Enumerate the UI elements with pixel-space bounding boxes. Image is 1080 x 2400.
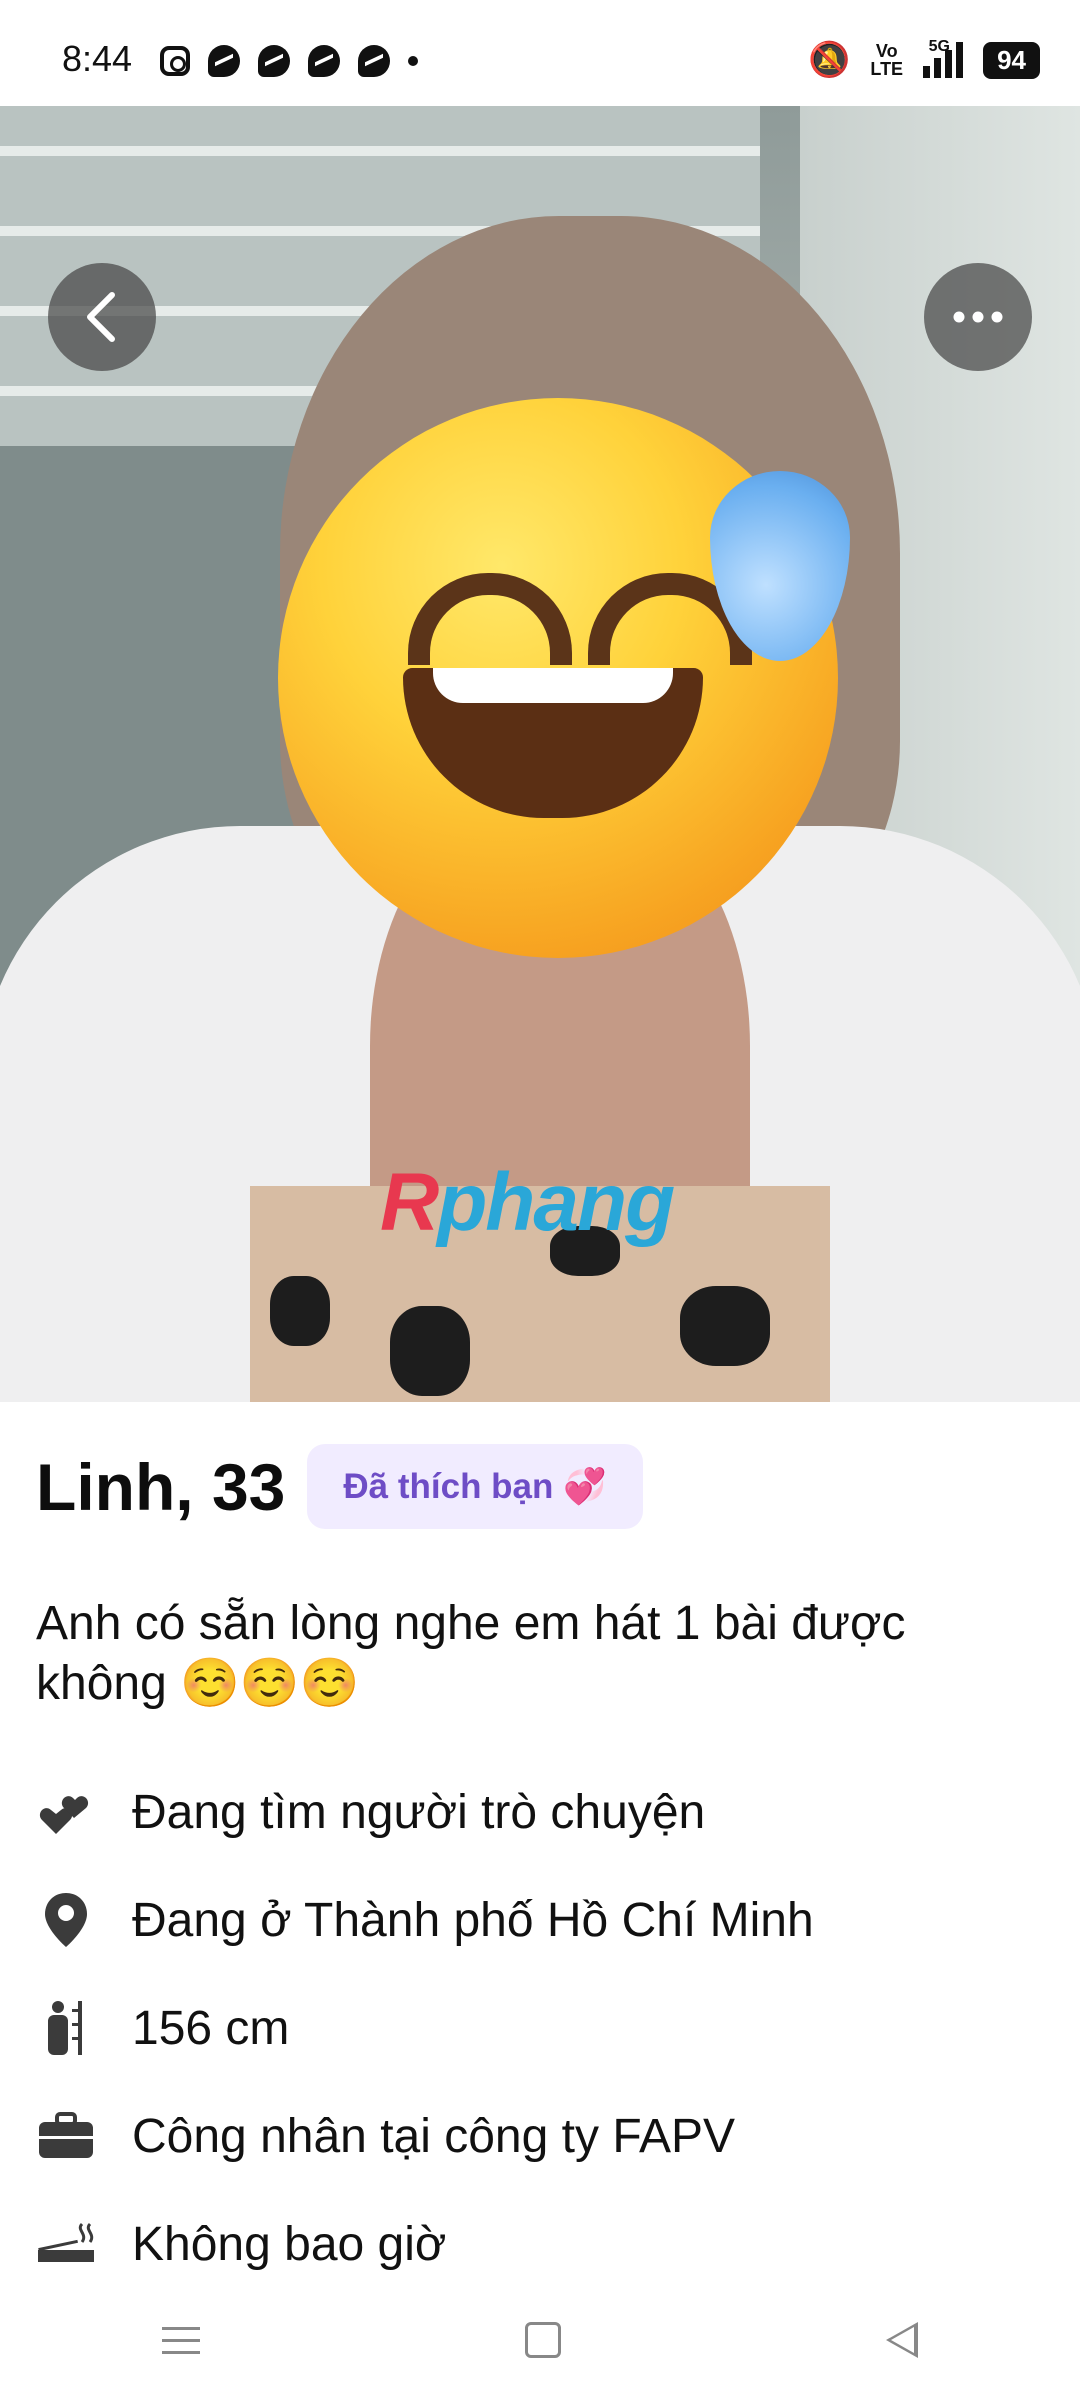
bio-text: Anh có sẵn lòng nghe em hát 1 bài được k…: [36, 1597, 906, 1710]
more-notifications-dot-icon: [408, 56, 418, 66]
detail-text: 156 cm: [132, 2001, 290, 2055]
volte-icon: Vo LTE: [870, 41, 904, 79]
location-pin-icon: [36, 1890, 96, 1950]
briefcase-icon: [36, 2106, 96, 2166]
detail-row-work: Công nhân tại công ty FAPV: [36, 2082, 814, 2190]
height-icon: [36, 1998, 96, 2058]
detail-text: Đang tìm người trò chuyện: [132, 1785, 706, 1839]
detail-text: Công nhân tại công ty FAPV: [132, 2109, 736, 2163]
more-options-button[interactable]: [924, 263, 1032, 371]
messenger-icon: [208, 45, 240, 77]
recent-apps-button[interactable]: [162, 2326, 201, 2354]
bell-muted-icon: 🔕: [808, 41, 851, 79]
system-icons: 🔕 Vo LTE 94: [808, 40, 1040, 80]
detail-row-height: 156 cm: [36, 1974, 814, 2082]
back-button[interactable]: [48, 263, 156, 371]
home-button[interactable]: [524, 2322, 561, 2358]
detail-row-location: Đang ở Thành phố Hồ Chí Minh: [36, 1866, 814, 1974]
messenger-icon: [258, 45, 290, 77]
system-navigation-bar: [0, 2280, 1080, 2400]
watermark: Rphang: [380, 1157, 675, 1248]
profile-details: Đang tìm người trò chuyện Đang ở Thành p…: [36, 1758, 814, 2298]
battery-indicator: 94: [983, 41, 1040, 79]
status-bar: 8:44 🔕 Vo LTE 94 5G: [0, 0, 1080, 106]
profile-header: Linh, 33 Đã thích bạn 💞: [36, 1444, 643, 1529]
smoking-icon: [36, 2214, 96, 2274]
detail-row-looking-for: Đang tìm người trò chuyện: [36, 1758, 814, 1866]
profile-photo[interactable]: Rphang: [0, 106, 1080, 1402]
instagram-icon: [160, 46, 190, 76]
detail-text: Không bao giờ: [132, 2217, 447, 2271]
messenger-icon: [308, 45, 340, 77]
name-age: Linh, 33: [36, 1449, 286, 1524]
network-type-label: 5G: [928, 38, 950, 55]
clock: 8:44: [62, 38, 133, 79]
liked-you-badge: Đã thích bạn 💞: [307, 1444, 643, 1529]
detail-text: Đang ở Thành phố Hồ Chí Minh: [132, 1893, 814, 1947]
chevron-left-icon: [87, 292, 115, 342]
back-nav-button[interactable]: [885, 2322, 918, 2358]
more-options-icon: [953, 311, 1003, 323]
messenger-icon: [358, 45, 390, 77]
hearts-icon: [36, 1782, 96, 1842]
notification-icons: [160, 45, 418, 77]
